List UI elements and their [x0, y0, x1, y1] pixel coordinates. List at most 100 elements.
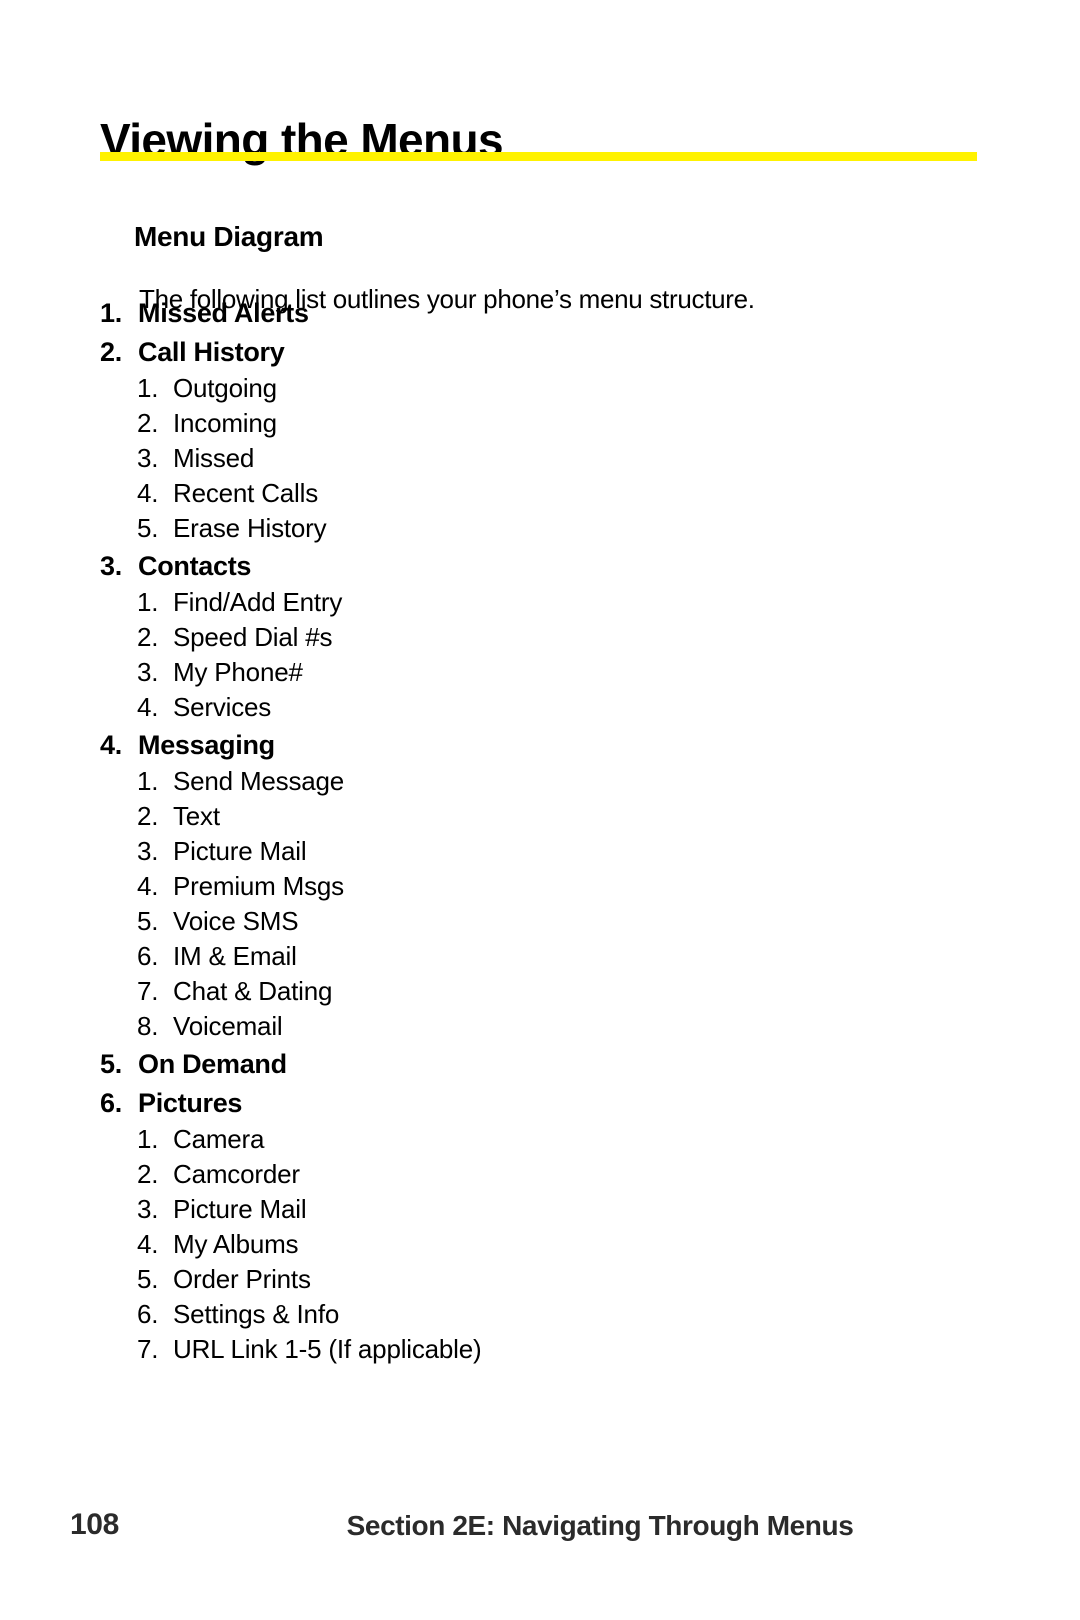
- menu-top-item-label: Contacts: [138, 551, 252, 581]
- title-accent-rule: [100, 152, 977, 161]
- menu-sub-item-number: 4.: [137, 478, 159, 508]
- menu-top-item-number: 5.: [100, 1049, 122, 1079]
- menu-sub-item-number: 3.: [137, 443, 159, 473]
- menu-sub-item-label: My Albums: [173, 1229, 299, 1259]
- menu-group: 3. Contacts 1. Find/Add Entry 2. Speed Dial #…: [100, 553, 980, 721]
- menu-sub-item-label: Services: [173, 692, 272, 722]
- menu-sub-item[interactable]: 1. Send Message: [100, 768, 980, 794]
- menu-sub-item[interactable]: 5. Erase History: [100, 515, 980, 541]
- menu-sub-item-number: 2.: [137, 1159, 159, 1189]
- menu-sub-list: 1. Send Message 2. Text 3. Picture Mail 4. Prem…: [100, 768, 980, 1039]
- menu-sub-item[interactable]: 3. My Phone#: [100, 659, 980, 685]
- menu-sub-item-number: 7.: [137, 1334, 159, 1364]
- menu-top-item[interactable]: 1. Missed Alerts: [100, 300, 980, 327]
- menu-top-item[interactable]: 4. Messaging: [100, 732, 980, 759]
- menu-sub-item-label: Outgoing: [173, 373, 277, 403]
- menu-sub-item[interactable]: 2. Speed Dial #s: [100, 624, 980, 650]
- menu-sub-item[interactable]: 3. Picture Mail: [100, 838, 980, 864]
- menu-sub-item[interactable]: 5. Voice SMS: [100, 908, 980, 934]
- menu-sub-item-number: 1.: [137, 766, 159, 796]
- menu-sub-item-label: URL Link 1-5 (If applicable): [173, 1334, 482, 1364]
- menu-sub-item-number: 2.: [137, 622, 159, 652]
- menu-sub-list: 1. Camera 2. Camcorder 3. Picture Mail 4. My Al…: [100, 1126, 980, 1362]
- menu-sub-item-label: Send Message: [173, 766, 345, 796]
- menu-sub-item[interactable]: 5. Order Prints: [100, 1266, 980, 1292]
- menu-sub-item[interactable]: 2. Text: [100, 803, 980, 829]
- menu-top-item[interactable]: 2. Call History: [100, 339, 980, 366]
- menu-top-item[interactable]: 6. Pictures: [100, 1090, 980, 1117]
- menu-sub-item-number: 2.: [137, 408, 159, 438]
- menu-sub-item-label: Text: [173, 801, 220, 831]
- menu-sub-item-label: Find/Add Entry: [173, 587, 343, 617]
- menu-sub-item-label: Settings & Info: [173, 1299, 340, 1329]
- menu-top-item-label: On Demand: [138, 1049, 287, 1079]
- menu-top-item-label: Call History: [138, 337, 285, 367]
- menu-sub-item-label: Missed: [173, 443, 255, 473]
- menu-sub-item-label: Camcorder: [173, 1159, 300, 1189]
- document-page: Viewing the Menus Menu Diagram The follo…: [0, 0, 1080, 1620]
- menu-sub-item-number: 6.: [137, 1299, 159, 1329]
- menu-top-item-label: Missed Alerts: [138, 298, 309, 328]
- menu-sub-item-number: 4.: [137, 1229, 159, 1259]
- menu-sub-item[interactable]: 1. Camera: [100, 1126, 980, 1152]
- menu-sub-item[interactable]: 1. Outgoing: [100, 375, 980, 401]
- menu-sub-item-label: Picture Mail: [173, 836, 307, 866]
- menu-sub-item-number: 6.: [137, 941, 159, 971]
- menu-sub-item-label: Incoming: [173, 408, 277, 438]
- menu-sub-item-label: My Phone#: [173, 657, 303, 687]
- menu-sub-item-label: Premium Msgs: [173, 871, 344, 901]
- menu-sub-item-number: 4.: [137, 871, 159, 901]
- page-footer: 108 Section 2E: Navigating Through Menus: [0, 1508, 1080, 1554]
- menu-group: 4. Messaging 1. Send Message 2. Text 3. Picture…: [100, 732, 980, 1040]
- menu-top-item-number: 4.: [100, 730, 122, 760]
- menu-group: 1. Missed Alerts: [100, 300, 980, 327]
- menu-diagram-list: 1. Missed Alerts 2. Call History 1. Outgoing 2…: [100, 300, 980, 1363]
- menu-sub-item-number: 3.: [137, 657, 159, 687]
- menu-top-item-number: 1.: [100, 298, 122, 328]
- footer-section-label: Section 2E: Navigating Through Menus: [346, 1510, 854, 1541]
- menu-sub-item-number: 3.: [137, 836, 159, 866]
- menu-sub-item-label: Voicemail: [173, 1011, 283, 1041]
- menu-sub-item[interactable]: 8. Voicemail: [100, 1013, 980, 1039]
- menu-sub-item[interactable]: 3. Picture Mail: [100, 1196, 980, 1222]
- menu-group: 5. On Demand: [100, 1051, 980, 1078]
- menu-sub-item[interactable]: 6. IM & Email: [100, 943, 980, 969]
- menu-top-item-number: 6.: [100, 1088, 122, 1118]
- menu-sub-item-label: Chat & Dating: [173, 976, 333, 1006]
- menu-sub-item[interactable]: 2. Incoming: [100, 410, 980, 436]
- menu-top-item[interactable]: 3. Contacts: [100, 553, 980, 580]
- menu-top-item[interactable]: 5. On Demand: [100, 1051, 980, 1078]
- menu-sub-item[interactable]: 6. Settings & Info: [100, 1301, 980, 1327]
- menu-sub-item-number: 4.: [137, 692, 159, 722]
- menu-sub-item[interactable]: 4. My Albums: [100, 1231, 980, 1257]
- menu-sub-item[interactable]: 4. Recent Calls: [100, 480, 980, 506]
- menu-sub-item-number: 5.: [137, 1264, 159, 1294]
- menu-sub-item-label: IM & Email: [173, 941, 297, 971]
- menu-sub-item[interactable]: 4. Premium Msgs: [100, 873, 980, 899]
- menu-sub-item-number: 7.: [137, 976, 159, 1006]
- menu-sub-item[interactable]: 2. Camcorder: [100, 1161, 980, 1187]
- menu-sub-item[interactable]: 7. Chat & Dating: [100, 978, 980, 1004]
- menu-sub-item[interactable]: 7. URL Link 1-5 (If applicable): [100, 1336, 980, 1362]
- menu-sub-list: 1. Outgoing 2. Incoming 3. Missed 4. Recent Cal…: [100, 375, 980, 541]
- menu-sub-item-label: Picture Mail: [173, 1194, 307, 1224]
- menu-top-item-label: Messaging: [138, 730, 275, 760]
- menu-sub-item-label: Recent Calls: [173, 478, 318, 508]
- menu-sub-item[interactable]: 3. Missed: [100, 445, 980, 471]
- menu-sub-item-label: Voice SMS: [173, 906, 299, 936]
- menu-group: 2. Call History 1. Outgoing 2. Incoming 3. Miss…: [100, 339, 980, 542]
- menu-sub-item-number: 8.: [137, 1011, 159, 1041]
- menu-sub-item[interactable]: 1. Find/Add Entry: [100, 589, 980, 615]
- menu-sub-item-label: Erase History: [173, 513, 327, 543]
- menu-sub-item-label: Order Prints: [173, 1264, 311, 1294]
- menu-sub-item-number: 2.: [137, 801, 159, 831]
- menu-sub-item[interactable]: 4. Services: [100, 694, 980, 720]
- menu-sub-list: 1. Find/Add Entry 2. Speed Dial #s 3. My Phon…: [100, 589, 980, 720]
- menu-top-item-number: 2.: [100, 337, 122, 367]
- section-heading: Menu Diagram: [134, 221, 324, 253]
- menu-sub-item-number: 1.: [137, 587, 159, 617]
- menu-sub-item-label: Speed Dial #s: [173, 622, 333, 652]
- menu-sub-item-number: 1.: [137, 373, 159, 403]
- menu-sub-item-number: 5.: [137, 906, 159, 936]
- menu-group: 6. Pictures 1. Camera 2. Camcorder 3. Picture M…: [100, 1090, 980, 1363]
